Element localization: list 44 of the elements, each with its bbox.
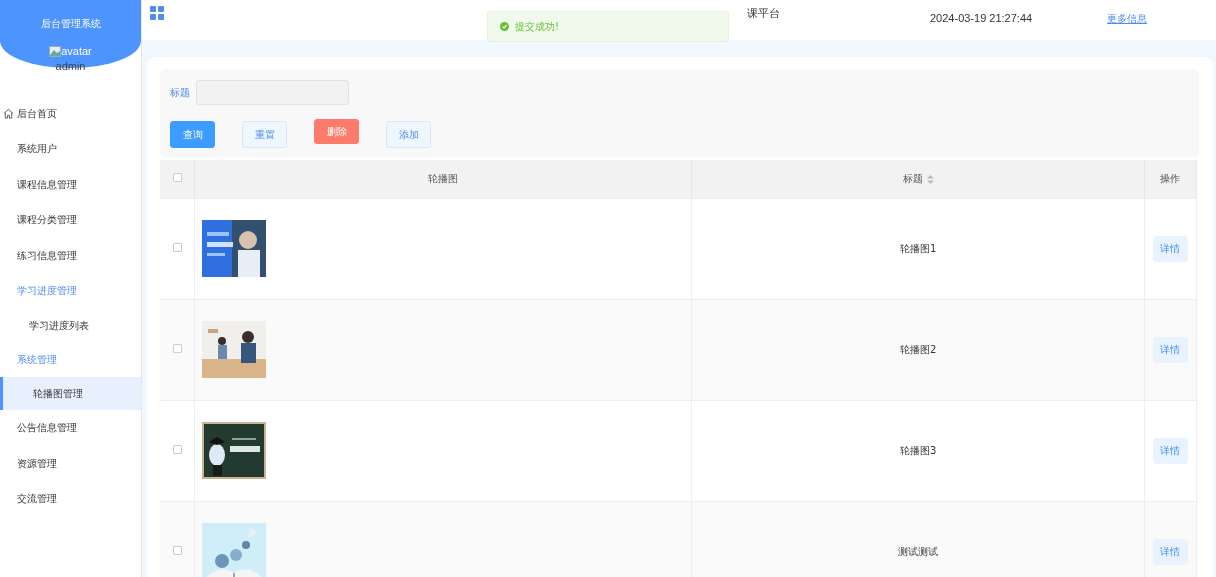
app-title: 后台管理系统 <box>40 17 101 31</box>
menu-item[interactable]: 交流管理 <box>0 481 141 517</box>
more-info-link[interactable]: 更多信息 <box>1107 11 1148 26</box>
column-header: 标题 <box>902 173 923 185</box>
table-cell: 轮播图1 <box>899 243 937 254</box>
menu-item[interactable]: 学习进度管理 <box>0 273 141 309</box>
table-cell: 测试测试 <box>898 546 939 558</box>
select-all-checkbox[interactable] <box>172 173 182 183</box>
column-header: 轮播图 <box>428 173 459 185</box>
column-header: 操作 <box>1160 173 1181 185</box>
field-label: 标题 <box>170 86 190 100</box>
date-time: 2024-03-19 21:27:44 <box>930 11 1033 27</box>
row-checkbox[interactable] <box>172 445 182 454</box>
submenu-item[interactable]: 轮播图管理 <box>0 377 141 410</box>
app-title: 课平台 <box>747 5 780 22</box>
menu-item[interactable]: 公告信息管理 <box>0 410 141 446</box>
table-cell: 轮播图3 <box>899 445 937 456</box>
row-checkbox[interactable] <box>172 344 182 353</box>
menu-item[interactable]: 系统用户 <box>0 131 141 167</box>
broken-image-icon <box>49 45 62 57</box>
menu-item[interactable]: 系统管理 <box>0 341 141 377</box>
menu-item[interactable]: 练习信息管理 <box>0 237 141 273</box>
action-button[interactable]: 添加 <box>386 121 431 148</box>
detail-button[interactable]: 详情 <box>1153 336 1188 363</box>
menu-item[interactable]: 课程分类管理 <box>0 202 141 238</box>
home-icon <box>3 107 14 119</box>
search-button[interactable]: 查询 <box>170 121 215 148</box>
menu-icon[interactable] <box>150 6 164 20</box>
table-cell: 轮播图2 <box>899 344 937 355</box>
action-button[interactable]: 重置 <box>242 121 287 148</box>
detail-button[interactable]: 详情 <box>1153 538 1188 565</box>
sort-icon[interactable] <box>926 174 934 184</box>
avatar-alt-text: avatar <box>61 44 92 59</box>
submenu-item[interactable]: 学习进度列表 <box>0 308 141 342</box>
menu-item[interactable]: 后台首页 <box>0 95 141 131</box>
detail-button[interactable]: 详情 <box>1153 437 1188 464</box>
delete-button[interactable]: 删除 <box>314 119 359 144</box>
row-checkbox[interactable] <box>172 243 182 252</box>
check-circle-icon <box>500 22 509 31</box>
menu-item[interactable]: 课程信息管理 <box>0 166 141 202</box>
menu-item[interactable]: 资源管理 <box>0 445 141 481</box>
toast-message: 提交成功! <box>515 20 559 34</box>
row-checkbox[interactable] <box>172 546 182 556</box>
detail-button[interactable]: 详情 <box>1153 235 1188 262</box>
